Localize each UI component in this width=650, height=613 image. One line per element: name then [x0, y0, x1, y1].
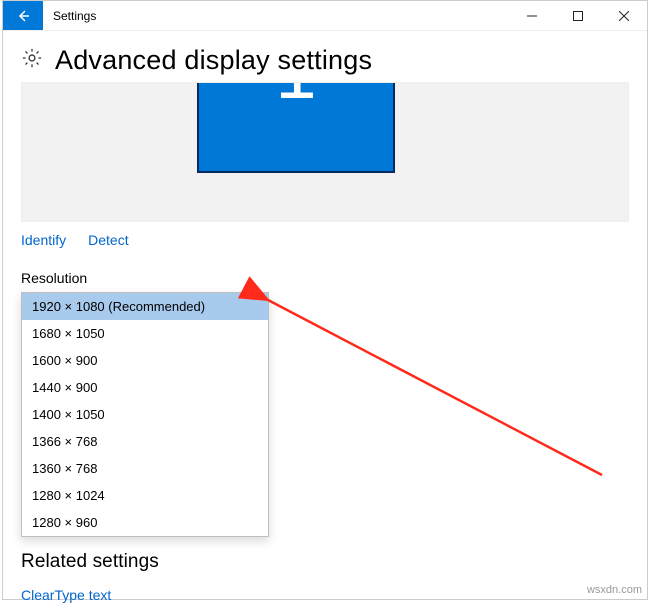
minimize-button[interactable]	[509, 1, 555, 30]
page-title: Advanced display settings	[55, 45, 372, 76]
detect-link[interactable]: Detect	[88, 232, 128, 248]
gear-icon	[21, 47, 43, 74]
monitor-tile[interactable]: 1	[197, 82, 395, 173]
identify-link[interactable]: Identify	[21, 232, 66, 248]
page-header: Advanced display settings	[21, 45, 629, 76]
resolution-label: Resolution	[21, 270, 629, 286]
resolution-dropdown[interactable]: 1920 × 1080 (Recommended) 1680 × 1050 16…	[21, 292, 269, 537]
back-arrow-icon	[15, 8, 31, 24]
watermark: wsxdn.com	[587, 584, 642, 596]
maximize-button[interactable]	[555, 1, 601, 30]
resolution-option[interactable]: 1680 × 1050	[22, 320, 268, 347]
resolution-option[interactable]: 1280 × 1024	[22, 482, 268, 509]
resolution-option[interactable]: 1600 × 900	[22, 347, 268, 374]
back-button[interactable]	[3, 1, 43, 30]
resolution-option[interactable]: 1920 × 1080 (Recommended)	[22, 293, 268, 320]
maximize-icon	[573, 11, 583, 21]
resolution-option[interactable]: 1360 × 768	[22, 455, 268, 482]
title-bar: Settings	[3, 1, 647, 31]
resolution-option[interactable]: 1280 × 960	[22, 509, 268, 536]
minimize-icon	[527, 11, 537, 21]
display-action-links: Identify Detect	[21, 232, 629, 248]
resolution-option[interactable]: 1366 × 768	[22, 428, 268, 455]
monitor-number: 1	[275, 82, 316, 102]
window-controls	[509, 1, 647, 30]
close-button[interactable]	[601, 1, 647, 30]
resolution-option[interactable]: 1440 × 900	[22, 374, 268, 401]
window-frame: Settings Advanced display settings	[2, 0, 648, 600]
related-settings-heading: Related settings	[21, 551, 629, 573]
content-area: Advanced display settings 1 Identify Det…	[3, 31, 647, 613]
display-preview-area: 1	[21, 82, 629, 222]
window-title: Settings	[43, 1, 96, 30]
close-icon	[619, 11, 629, 21]
resolution-option[interactable]: 1400 × 1050	[22, 401, 268, 428]
cleartype-link[interactable]: ClearType text	[21, 587, 629, 603]
